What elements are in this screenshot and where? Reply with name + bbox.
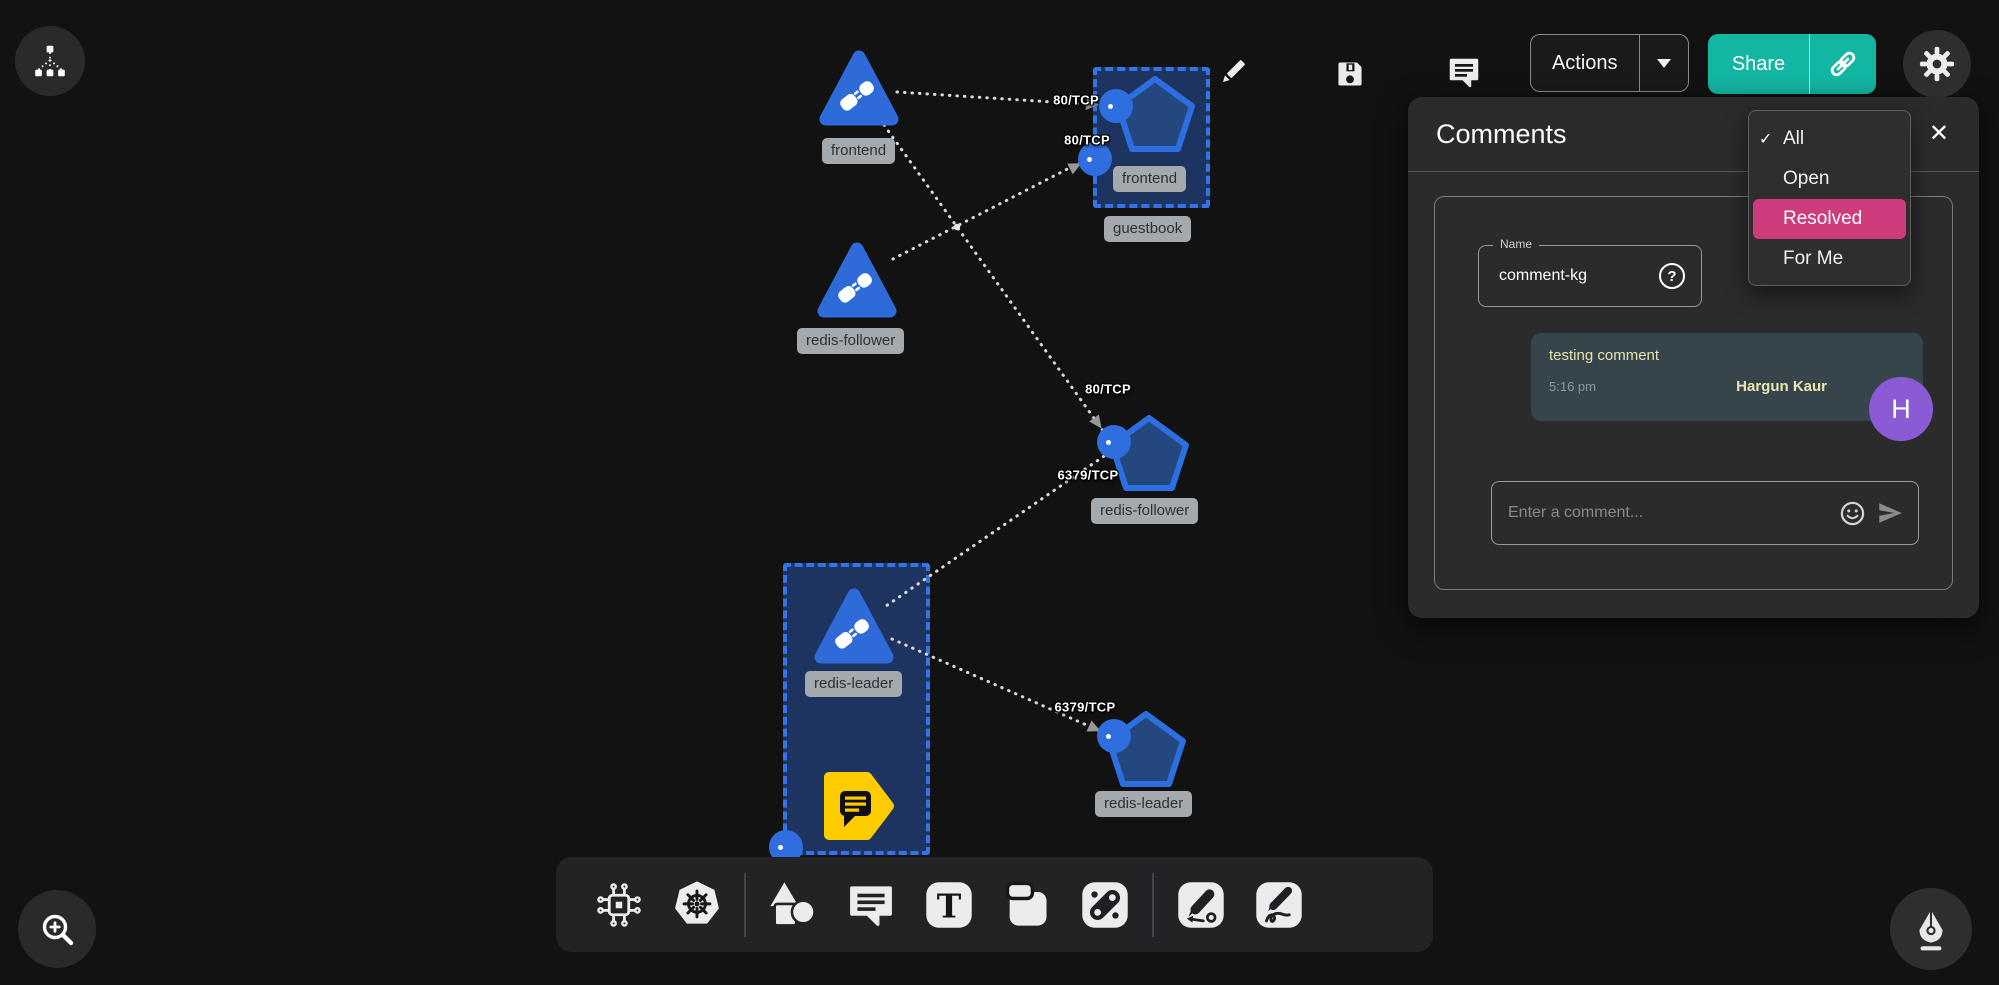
toolbar-divider xyxy=(1152,873,1154,937)
close-button[interactable]: ✕ xyxy=(1929,122,1949,146)
comment-item: testing comment 5:16 pm Hargun Kaur H xyxy=(1531,333,1923,421)
freehand-tool-button[interactable] xyxy=(1240,875,1318,935)
comment-icon xyxy=(1446,54,1482,90)
node-label: frontend xyxy=(1113,166,1186,192)
svg-text:T: T xyxy=(937,886,962,925)
chain-link-icon xyxy=(1080,880,1130,930)
share-button[interactable]: Share xyxy=(1708,34,1876,94)
service-triangle-icon xyxy=(813,586,895,666)
node-service-frontend[interactable] xyxy=(818,48,900,133)
edge-redisfollower-to-guestbook xyxy=(893,162,1081,259)
shapes-tool-button[interactable] xyxy=(754,875,832,935)
check-icon: ✓ xyxy=(1759,129,1783,149)
actions-button-label: Actions xyxy=(1531,52,1639,75)
node-comment-marker[interactable] xyxy=(820,766,896,851)
comment-composer xyxy=(1491,481,1919,545)
comment-icon xyxy=(845,879,897,931)
help-icon[interactable]: ? xyxy=(1659,263,1685,289)
edge-crossing-dot xyxy=(954,224,960,230)
smiley-icon xyxy=(1839,500,1866,527)
node-service-redis-leader[interactable] xyxy=(813,586,895,671)
bottom-toolbar: T xyxy=(556,857,1433,952)
filter-option-for-me[interactable]: For Me xyxy=(1749,239,1910,279)
node-service-redis-follower[interactable] xyxy=(816,240,898,325)
node-label: redis-leader xyxy=(805,671,902,697)
comment-input[interactable] xyxy=(1508,504,1829,522)
pencil-icon xyxy=(1216,55,1250,89)
shapes-icon xyxy=(765,877,821,933)
edit-button[interactable] xyxy=(1211,50,1255,94)
port-6379[interactable] xyxy=(1097,719,1131,753)
name-input[interactable] xyxy=(1499,246,1629,306)
edge-label: 80/TCP xyxy=(1053,93,1099,108)
send-button[interactable] xyxy=(1876,499,1904,527)
comment-text: testing comment xyxy=(1549,347,1905,364)
send-icon xyxy=(1876,499,1904,527)
comment-marker-icon xyxy=(820,766,896,846)
save-button[interactable] xyxy=(1328,52,1372,96)
edge-label: 6379/TCP xyxy=(1058,468,1119,483)
text-icon: T xyxy=(924,880,974,930)
service-triangle-icon xyxy=(818,48,900,128)
connection-tool-button[interactable] xyxy=(1066,875,1144,935)
kubernetes-tool-button[interactable] xyxy=(658,875,736,935)
toolbar-divider xyxy=(744,873,746,937)
share-button-label: Share xyxy=(1708,53,1809,76)
comments-toggle-button[interactable] xyxy=(1442,50,1486,94)
node-label: redis-follower xyxy=(797,328,904,354)
gear-icon xyxy=(1918,45,1956,83)
pencil-scribble-icon xyxy=(1254,880,1304,930)
edge-label: 80/TCP xyxy=(1085,382,1131,397)
filter-option-open[interactable]: Open xyxy=(1749,159,1910,199)
port-6379[interactable] xyxy=(1097,425,1131,459)
group-label: guestbook xyxy=(1104,216,1191,242)
save-icon xyxy=(1334,58,1366,90)
zoom-in-icon xyxy=(36,908,78,950)
frame-tool-button[interactable] xyxy=(988,875,1066,935)
kubernetes-icon xyxy=(670,878,724,932)
text-tool-button[interactable]: T xyxy=(910,875,988,935)
chip-icon xyxy=(593,879,645,931)
avatar: H xyxy=(1869,377,1933,441)
settings-button[interactable] xyxy=(1903,30,1971,98)
node-label: frontend xyxy=(822,138,895,164)
tree-icon xyxy=(29,40,71,82)
comment-tool-button[interactable] xyxy=(832,875,910,935)
filter-option-resolved[interactable]: Resolved xyxy=(1753,199,1906,239)
chevron-down-icon xyxy=(1657,59,1671,68)
copy-link-button[interactable] xyxy=(1810,47,1876,81)
actions-caret-button[interactable] xyxy=(1640,59,1688,68)
comment-author: Hargun Kaur xyxy=(1736,378,1827,395)
actions-button[interactable]: Actions xyxy=(1530,34,1689,92)
edge-label: 6379/TCP xyxy=(1055,700,1116,715)
pen-tool-button[interactable] xyxy=(1162,875,1240,935)
pen-mode-button[interactable] xyxy=(1890,888,1972,970)
resources-tool-button[interactable] xyxy=(580,875,658,935)
node-label: redis-follower xyxy=(1091,498,1198,524)
node-label: redis-leader xyxy=(1095,791,1192,817)
comment-timestamp: 5:16 pm xyxy=(1549,379,1736,394)
name-field[interactable]: Name ? xyxy=(1478,245,1702,307)
pen-tool-icon xyxy=(1176,880,1226,930)
filter-option-all[interactable]: ✓ All xyxy=(1749,119,1910,159)
service-triangle-icon xyxy=(816,240,898,320)
pen-nib-icon xyxy=(1908,906,1954,952)
edge-frontend-to-redisfollower xyxy=(884,125,1106,435)
hierarchy-view-button[interactable] xyxy=(15,26,85,96)
emoji-button[interactable] xyxy=(1839,500,1866,527)
comments-filter-menu: ✓ All Open Resolved For Me xyxy=(1748,110,1911,286)
link-icon xyxy=(1826,47,1860,81)
frame-icon xyxy=(1001,879,1053,931)
zoom-button[interactable] xyxy=(18,890,96,968)
edge-label: 80/TCP xyxy=(1064,133,1110,148)
port-80[interactable] xyxy=(1099,89,1133,123)
